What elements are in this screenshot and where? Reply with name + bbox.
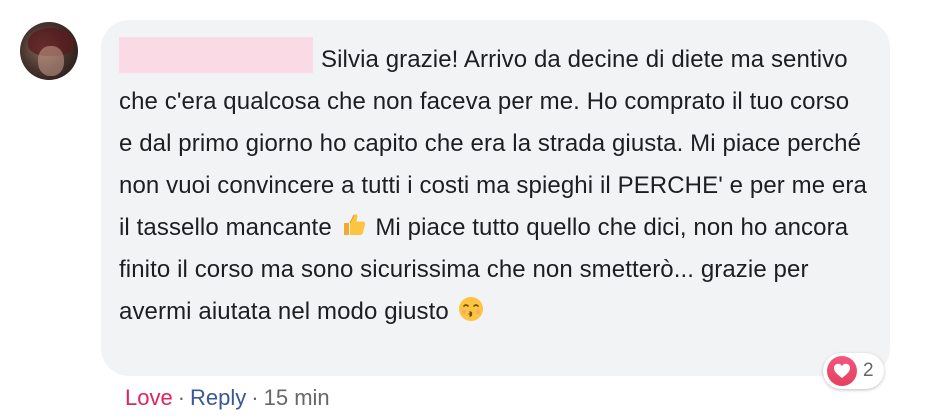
kissing-face-emoji-icon [458, 296, 484, 322]
comment-text-part-1: Silvia grazie! Arrivo da decine di diete… [119, 46, 867, 241]
comment-thread: Silvia grazie! Arrivo da decine di diete… [0, 0, 926, 420]
love-reaction-icon [827, 356, 857, 386]
comment-timestamp[interactable]: 15 min [264, 385, 330, 410]
separator-dot: · [251, 385, 259, 410]
reply-action-link[interactable]: Reply [190, 385, 246, 410]
reaction-count: 2 [863, 360, 874, 381]
avatar-face-shape [38, 46, 64, 76]
reaction-summary[interactable]: 2 [823, 353, 884, 389]
separator-dot: · [177, 385, 186, 410]
avatar[interactable] [20, 22, 78, 80]
thumbs-up-emoji-icon [341, 212, 367, 238]
comment-body: Silvia grazie! Arrivo da decine di diete… [119, 37, 868, 333]
comment-actions: Love · Reply · 15 min [125, 384, 330, 412]
love-action-link[interactable]: Love [125, 385, 173, 410]
comment-bubble: Silvia grazie! Arrivo da decine di diete… [101, 20, 890, 376]
redacted-author-name[interactable] [119, 37, 313, 73]
